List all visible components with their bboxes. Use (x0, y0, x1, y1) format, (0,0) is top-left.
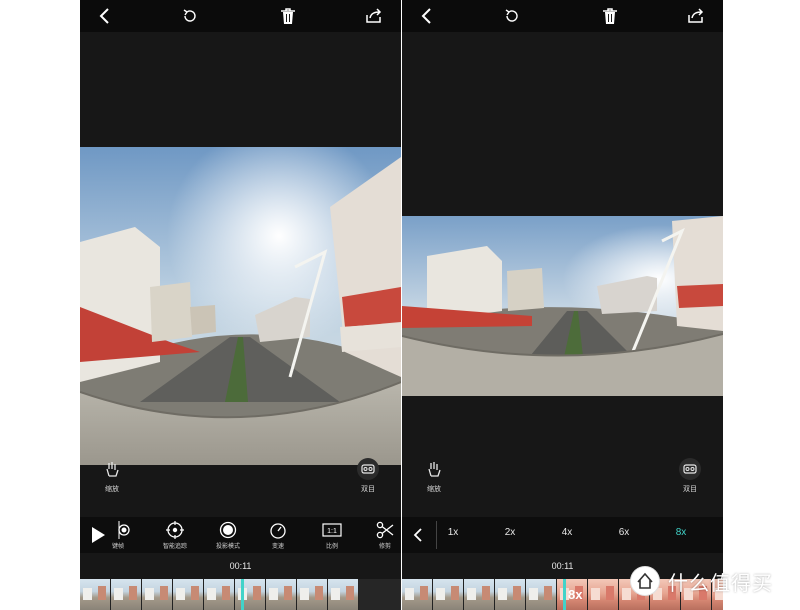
divider (436, 521, 437, 549)
tool-label: 变速 (271, 544, 284, 550)
zoom-label: 缩放 (105, 486, 119, 493)
vr-goggles-icon (357, 458, 379, 480)
zoom-button[interactable]: 缩放 (86, 458, 138, 494)
speedometer-icon (254, 521, 302, 539)
watermark-text: 什么值得买 (668, 572, 773, 595)
ratio-icon: 1:1 (308, 521, 356, 539)
timeline-thumbnail-speed-segment (588, 579, 619, 610)
fisheye-street-image (80, 147, 401, 465)
speed-option-4x[interactable]: 4x (552, 527, 582, 538)
tool-speed[interactable]: 变速 (254, 521, 302, 550)
hand-pinch-icon (101, 458, 123, 480)
speed-segment-label: 8x (568, 587, 583, 602)
timeline-thumbnail (173, 579, 204, 610)
timeline-thumbnail (328, 579, 359, 610)
timeline-thumbnail (402, 579, 433, 610)
current-time: 00:11 (229, 561, 252, 571)
edit-toolbar: 键帧 智能追踪 投影模式 变速 1:1 比例 修剪 (80, 517, 401, 553)
share-icon[interactable] (685, 5, 707, 27)
vr-goggles-icon (679, 458, 701, 480)
timeline-thumbnail (80, 579, 111, 610)
top-bar (80, 0, 401, 32)
vr-button[interactable]: 双目 (664, 458, 716, 494)
zoom-button[interactable]: 缩放 (408, 458, 460, 494)
timeline-thumbnail (297, 579, 328, 610)
ratio-badge: 1:1 (327, 528, 337, 535)
thumbnail-strip (80, 579, 359, 610)
target-icon (151, 521, 199, 539)
tool-trim[interactable]: 修剪 (361, 521, 401, 550)
timeline-playhead[interactable] (241, 579, 244, 610)
chevron-left-icon[interactable] (94, 5, 116, 27)
timeline-thumbnail (433, 579, 464, 610)
speed-option-2x[interactable]: 2x (495, 527, 525, 538)
tool-label: 比例 (325, 544, 338, 550)
vr-label: 双目 (683, 486, 697, 493)
trash-icon[interactable] (599, 5, 621, 27)
timeline-thumbnail (142, 579, 173, 610)
vr-button[interactable]: 双目 (342, 458, 394, 494)
editor-screen-left: 缩放 双目 键帧 智能追踪 投影模式 变速 1:1 比例 修剪 00:11 (80, 0, 401, 610)
editor-screen-right: 缩放 双目 1x 2x 4x 6x 8x 00:11 (402, 0, 723, 610)
tool-ratio[interactable]: 1:1 比例 (308, 521, 356, 550)
street-image (402, 216, 723, 396)
timeline-thumbnail (266, 579, 297, 610)
tool-smart-tracking[interactable]: 智能追踪 (151, 521, 199, 550)
video-preview[interactable] (402, 216, 723, 396)
trash-icon[interactable] (277, 5, 299, 27)
video-preview[interactable] (80, 147, 401, 465)
chevron-left-icon[interactable] (410, 526, 428, 544)
top-bar (402, 0, 723, 32)
zoom-label: 缩放 (427, 486, 441, 493)
speed-option-6x[interactable]: 6x (609, 527, 639, 538)
scissors-icon (361, 521, 401, 539)
tool-label: 修剪 (378, 544, 391, 550)
tool-projection[interactable]: 投影模式 (204, 521, 252, 550)
timeline-thumbnail (111, 579, 142, 610)
timeline-thumbnail (204, 579, 235, 610)
tool-label: 投影模式 (215, 544, 240, 550)
hand-pinch-icon (423, 458, 445, 480)
timeline-playhead[interactable] (563, 579, 566, 610)
chevron-left-icon[interactable] (416, 5, 438, 27)
tool-label: 键帧 (111, 544, 124, 550)
timeline-thumbnail (526, 579, 557, 610)
timeline-thumbnail (235, 579, 266, 610)
share-icon[interactable] (363, 5, 385, 27)
undo-icon[interactable] (179, 5, 201, 27)
timeline-thumbnail (495, 579, 526, 610)
vr-label: 双目 (361, 486, 375, 493)
sphere-icon (204, 521, 252, 539)
speed-option-1x[interactable]: 1x (438, 527, 468, 538)
tool-keyframe[interactable]: 键帧 (94, 521, 142, 550)
speed-option-8x[interactable]: 8x (666, 527, 696, 538)
tool-label: 智能追踪 (162, 544, 187, 550)
site-watermark: 什么值得买 (630, 566, 773, 596)
comparison-screenshot: 缩放 双目 键帧 智能追踪 投影模式 变速 1:1 比例 修剪 00:11 缩放… (0, 0, 800, 610)
speed-selector: 1x 2x 4x 6x 8x (402, 517, 723, 553)
keyframe-icon (94, 521, 142, 539)
watermark-logo (630, 566, 660, 596)
undo-icon[interactable] (501, 5, 523, 27)
timeline-strip[interactable] (80, 579, 401, 610)
timeline-thumbnail (464, 579, 495, 610)
